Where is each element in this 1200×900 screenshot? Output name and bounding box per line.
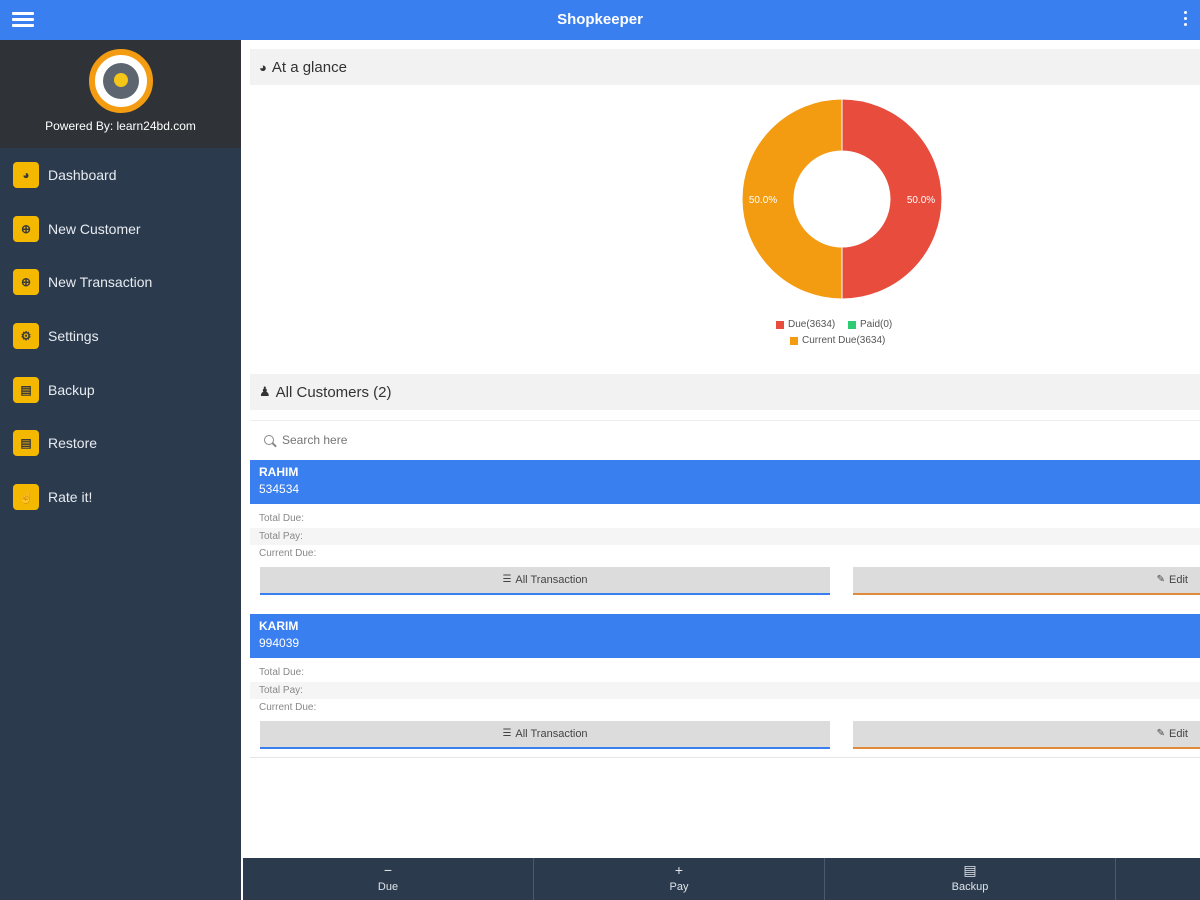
legend-label-current-due: Current Due(3634) [802, 335, 886, 346]
list-icon: ☰ [502, 574, 512, 585]
customer-name: KARIM [259, 619, 299, 633]
sidebar-item-backup[interactable]: ▤ Backup [0, 363, 241, 417]
edit-label: Edit [1169, 727, 1188, 740]
overflow-menu-icon[interactable] [1182, 11, 1188, 29]
glance-header: ◕ At a glance [250, 49, 1200, 85]
customer-actions: ☰ All Transaction ✎ Edit [250, 563, 1200, 601]
plus-circle-icon: ⊕ [13, 269, 39, 296]
edit-icon: ✎ [1156, 574, 1166, 585]
search-input[interactable] [282, 432, 582, 447]
sidebar-item-rate[interactable]: ☝ Rate it! [0, 470, 241, 524]
dashboard-icon: ◕ [259, 59, 267, 75]
database-icon: ▤ [963, 862, 977, 878]
current-due-row: Current Due: [259, 548, 317, 560]
total-pay-row: Total Pay: [250, 527, 1200, 545]
donut-chart: 50.0% 50.0% [741, 98, 943, 300]
search-icon [264, 434, 274, 445]
sidebar: Powered By: learn24bd.com ◕ Dashboard ⊕ … [0, 40, 241, 900]
app-bar: Shopkeeper [0, 0, 1200, 40]
sidebar-item-label: Backup [48, 381, 95, 398]
total-due-row: Total Due: [259, 667, 305, 679]
all-transaction-button[interactable]: ☰ All Transaction [260, 566, 830, 595]
backup-button[interactable]: ▤ Backup [825, 858, 1116, 900]
sidebar-item-settings[interactable]: ⚙ Settings [0, 309, 241, 363]
all-transaction-label: All Transaction [515, 573, 588, 586]
customer-header[interactable]: KARIM 994039 [250, 614, 1200, 658]
total-pay-row: Total Pay: [250, 681, 1200, 699]
legend-swatch-paid [848, 320, 856, 329]
glance-title: At a glance [271, 58, 347, 76]
sidebar-item-label: Settings [48, 327, 99, 344]
search-bar [250, 420, 1200, 458]
donut-data-label: 50.0% [749, 195, 777, 206]
customer-name: RAHIM [259, 465, 299, 479]
legend-label-paid: Paid(0) [860, 319, 893, 330]
glance-chart: 50.0% 50.0% Due(3634) Paid(0) Current Due… [250, 85, 1200, 375]
customer-phone: 994039 [259, 636, 300, 650]
plus-icon: + [674, 862, 684, 878]
bottom-nav: − Due + Pay ▤ Backup [243, 858, 1200, 900]
current-due-row: Current Due: [259, 702, 317, 714]
legend-label-due: Due(3634) [788, 319, 836, 330]
edit-button[interactable]: ✎ Edit [853, 720, 1200, 749]
sidebar-item-label: New Customer [48, 220, 141, 237]
all-transaction-button[interactable]: ☰ All Transaction [260, 720, 830, 749]
minus-icon: − [383, 862, 393, 878]
database-icon: ▤ [13, 430, 39, 457]
sidebar-item-label: Dashboard [48, 166, 117, 183]
edit-icon: ✎ [1156, 728, 1166, 739]
sidebar-item-label: Restore [48, 435, 98, 452]
main-content: ◕ At a glance 50.0% 50.0% Due(3634) Paid(… [243, 40, 1200, 858]
app-title: Shopkeeper [557, 11, 643, 28]
database-icon: ▤ [13, 376, 39, 403]
all-transaction-label: All Transaction [515, 727, 588, 740]
sidebar-item-restore[interactable]: ▤ Restore [0, 416, 241, 470]
legend-item-due: Due(3634) [776, 319, 835, 330]
due-button[interactable]: − Due [243, 858, 534, 900]
pay-button[interactable]: + Pay [534, 858, 825, 900]
powered-by-text: Powered By: learn24bd.com [45, 119, 196, 133]
sidebar-brand: Powered By: learn24bd.com [0, 40, 241, 148]
due-label: Due [377, 881, 399, 893]
legend-item-current-due: Current Due(3634) [790, 335, 885, 346]
legend-swatch-current-due [790, 336, 798, 345]
pay-label: Pay [669, 881, 689, 893]
backup-label: Backup [951, 881, 989, 893]
donut-data-label: 50.0% [907, 195, 935, 206]
customer-card: RAHIM 534534 Total Due: Total Pay: Curre… [250, 460, 1200, 601]
customer-phone: 534534 [259, 482, 300, 496]
edit-button[interactable]: ✎ Edit [853, 566, 1200, 595]
money-bag-logo-icon [88, 49, 153, 113]
sidebar-item-new-customer[interactable]: ⊕ New Customer [0, 202, 241, 256]
thumbs-up-icon: ☝ [13, 483, 39, 510]
customers-title: All Customers (2) [275, 383, 392, 401]
users-icon: ♟ [259, 384, 271, 399]
plus-circle-icon: ⊕ [13, 215, 39, 242]
edit-label: Edit [1169, 573, 1188, 586]
sidebar-item-label: New Transaction [48, 274, 153, 291]
dashboard-icon: ◕ [13, 161, 39, 188]
legend-item-paid: Paid(0) [848, 319, 892, 330]
customers-header: ♟ All Customers (2) [250, 374, 1200, 410]
customer-header[interactable]: RAHIM 534534 [250, 460, 1200, 504]
customer-actions: ☰ All Transaction ✎ Edit [250, 717, 1200, 755]
legend-swatch-due [776, 320, 784, 329]
gear-icon: ⚙ [13, 322, 39, 349]
list-icon: ☰ [502, 728, 512, 739]
total-due-row: Total Due: [259, 513, 305, 525]
bottom-nav-spacer [1116, 858, 1200, 900]
divider [250, 755, 1200, 758]
sidebar-item-dashboard[interactable]: ◕ Dashboard [0, 148, 241, 202]
customer-card: KARIM 994039 Total Due: Total Pay: Curre… [250, 614, 1200, 758]
sidebar-item-new-transaction[interactable]: ⊕ New Transaction [0, 255, 241, 309]
sidebar-item-label: Rate it! [48, 488, 93, 505]
